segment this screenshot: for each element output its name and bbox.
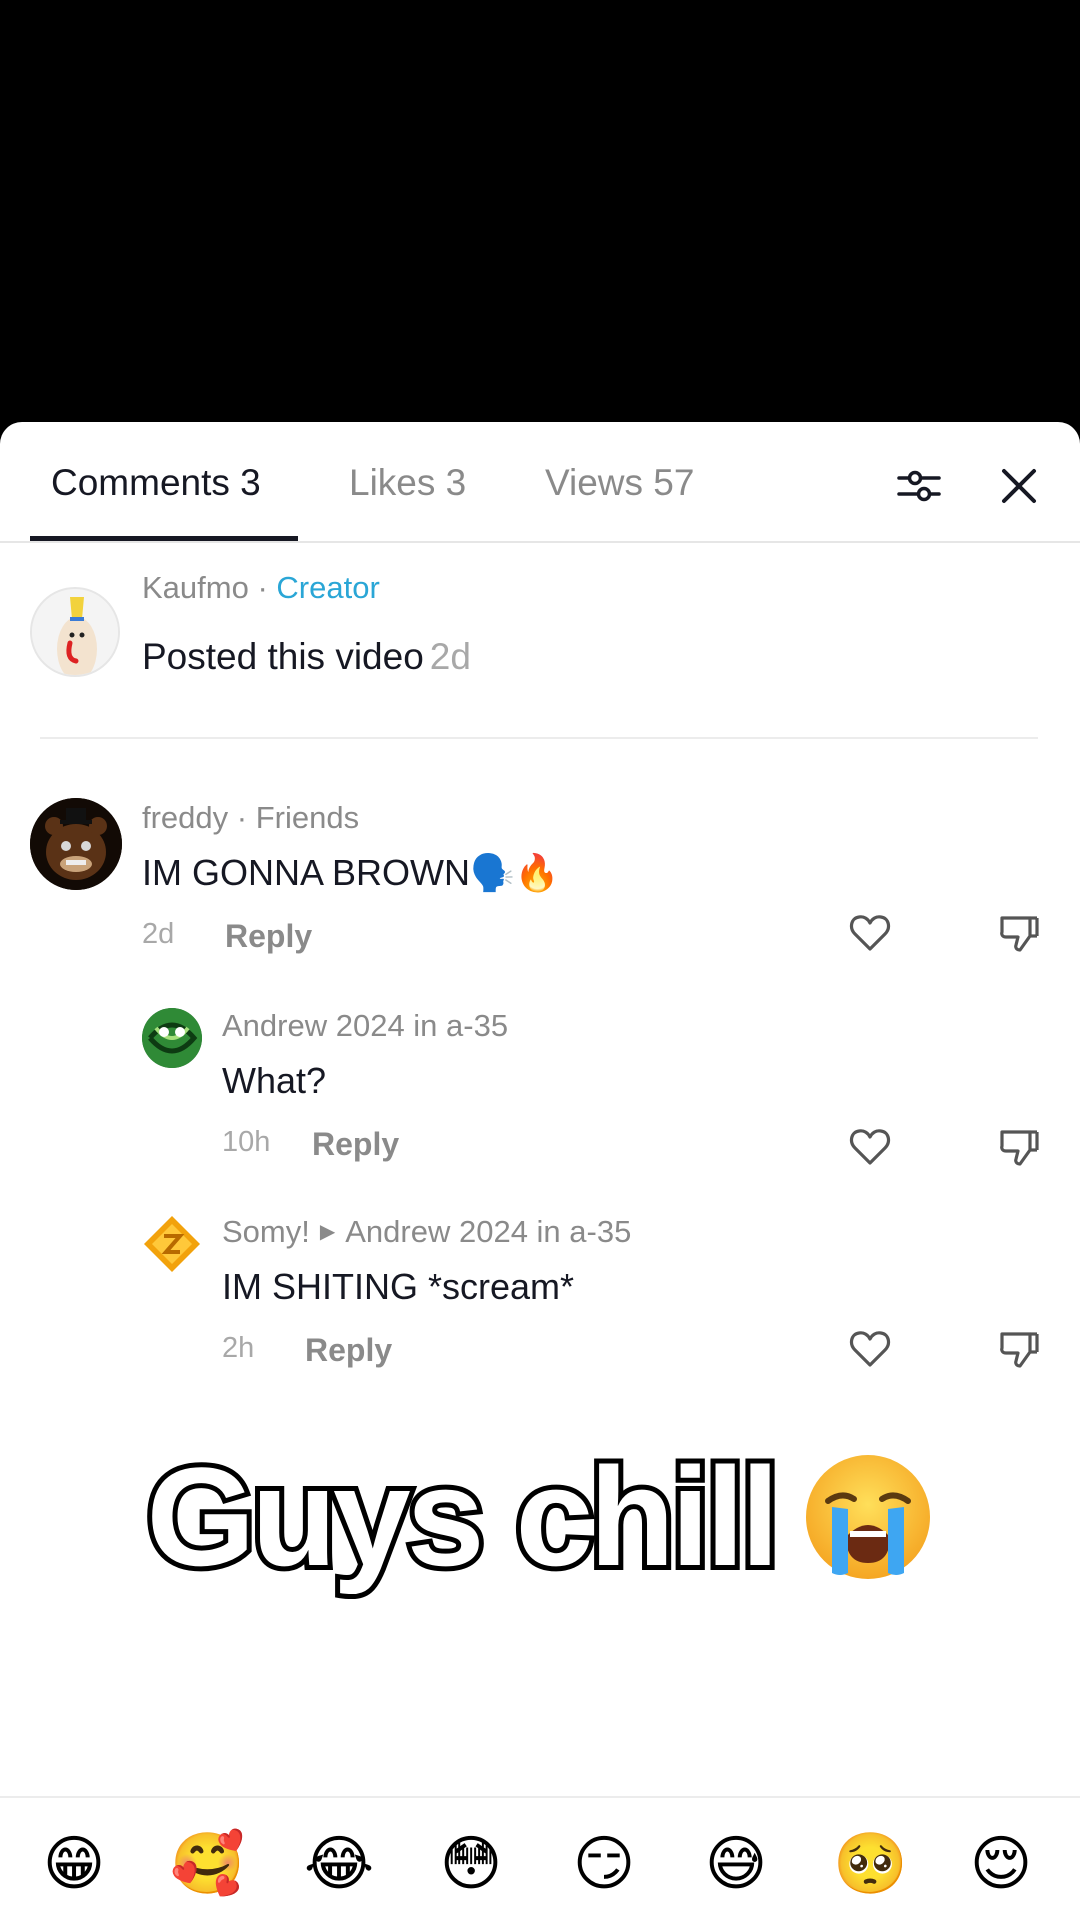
- reply-item: Somy! ▶ Andrew 2024 in a-35 IM SHITING *sc…: [0, 1208, 1080, 1408]
- comment-item: freddy · Friends IM GONNA BROWN🗣️🔥 2d Re…: [0, 788, 1080, 988]
- relation-tag: · Friends: [228, 800, 360, 835]
- loudly-crying-face-icon: [805, 1455, 930, 1579]
- tab-likes[interactable]: Likes 3: [349, 462, 466, 504]
- reply-arrow-icon: ▶: [319, 1221, 336, 1243]
- comment-time: 10h: [222, 1126, 271, 1158]
- comment-meta: freddy · Friends: [142, 800, 359, 836]
- commenter-avatar[interactable]: [30, 798, 122, 890]
- comment-meta: Somy! ▶ Andrew 2024 in a-35: [222, 1214, 631, 1250]
- divider: [40, 737, 1038, 739]
- dislike-icon[interactable]: [996, 1326, 1042, 1372]
- comment-time: 2d: [142, 918, 175, 950]
- reply-item: Andrew 2024 in a-35 What? 10h Reply: [0, 1004, 1080, 1204]
- post-description: Posted this video 2d: [142, 636, 471, 678]
- heart-icon[interactable]: [847, 1124, 893, 1170]
- comments-sheet: Comments 3 Likes 3 Views 57 Kaufmo · Cre…: [0, 422, 1080, 1920]
- dislike-icon[interactable]: [996, 1124, 1042, 1170]
- comment-time: 2h: [222, 1332, 255, 1364]
- emoji-button[interactable]: 😅: [700, 1828, 772, 1900]
- comment-author[interactable]: freddy: [142, 800, 228, 835]
- post-text: Posted this video: [142, 636, 424, 677]
- caption-text: Guys chill: [141, 1433, 784, 1600]
- comment-author[interactable]: Andrew 2024 in a-35: [222, 1008, 508, 1044]
- close-icon[interactable]: [995, 462, 1043, 510]
- emoji-button[interactable]: 🥺: [833, 1828, 908, 1900]
- creator-avatar[interactable]: [30, 587, 120, 677]
- reply-button[interactable]: Reply: [312, 1126, 399, 1163]
- post-time: 2d: [429, 636, 471, 677]
- heart-icon[interactable]: [847, 910, 893, 956]
- heart-icon[interactable]: [847, 1326, 893, 1372]
- emoji-button[interactable]: 😁: [38, 1828, 110, 1900]
- tab-comments[interactable]: Comments 3: [51, 462, 261, 504]
- commenter-avatar[interactable]: [142, 1214, 202, 1274]
- reply-button[interactable]: Reply: [225, 918, 312, 955]
- dislike-icon[interactable]: [996, 910, 1042, 956]
- comment-text: IM GONNA BROWN🗣️🔥: [142, 852, 560, 893]
- comment-author[interactable]: Somy!: [222, 1214, 310, 1249]
- comment-text: IM SHITING *scream*: [222, 1266, 575, 1307]
- reply-to-user[interactable]: Andrew 2024 in a-35: [345, 1214, 631, 1249]
- reply-button[interactable]: Reply: [305, 1332, 392, 1369]
- video-caption-overlay: Guys chill: [0, 1433, 1080, 1600]
- tabs-header: Comments 3 Likes 3 Views 57: [0, 422, 1080, 543]
- creator-meta: Kaufmo · Creator: [142, 570, 380, 606]
- emoji-button[interactable]: 😌: [965, 1828, 1037, 1900]
- creator-badge: Creator: [276, 570, 380, 605]
- emoji-button[interactable]: 😏: [568, 1828, 640, 1900]
- emoji-button[interactable]: 🥰: [170, 1828, 245, 1900]
- emoji-button[interactable]: 😂: [303, 1828, 375, 1900]
- tab-views[interactable]: Views 57: [545, 462, 694, 504]
- emoji-quick-bar: 😁 🥰 😂 😳 😏 😅 🥺 😌: [0, 1796, 1080, 1920]
- commenter-avatar[interactable]: [142, 1008, 202, 1068]
- comment-text: What?: [222, 1060, 327, 1101]
- video-area[interactable]: [0, 0, 1080, 440]
- creator-name[interactable]: Kaufmo: [142, 570, 249, 605]
- emoji-button[interactable]: 😳: [435, 1828, 507, 1900]
- filter-icon[interactable]: [895, 462, 943, 510]
- creator-post-row: Kaufmo · Creator Posted this video 2d: [0, 570, 1080, 680]
- meta-separator: ·: [248, 570, 277, 605]
- active-tab-indicator: [30, 536, 298, 541]
